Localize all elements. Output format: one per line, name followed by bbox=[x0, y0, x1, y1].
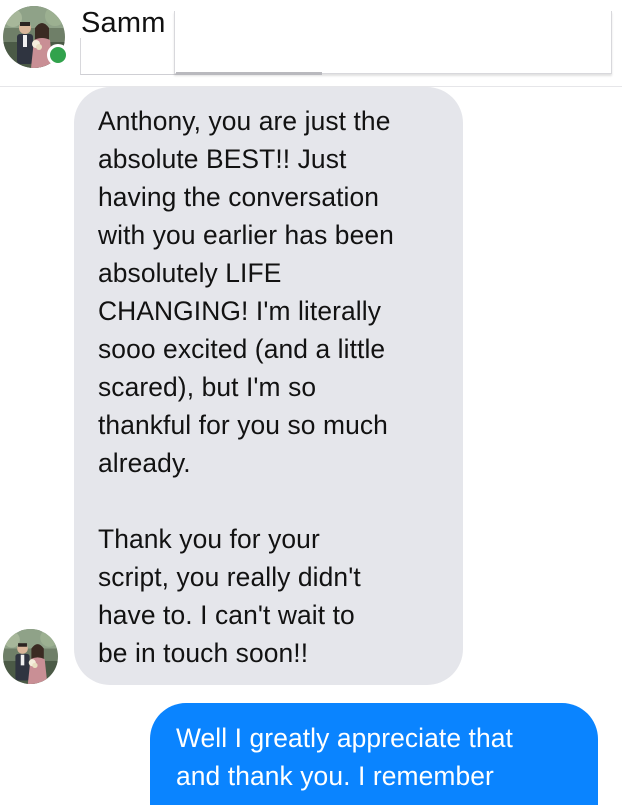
message-line: be in touch soon!! bbox=[98, 638, 309, 668]
message-line: scared), but I'm so bbox=[98, 372, 317, 402]
message-line: already. bbox=[98, 448, 191, 478]
sent-message-bubble[interactable]: Well I greatly appreciate that and thank … bbox=[150, 703, 598, 805]
chat-header: Samm bbox=[0, 0, 622, 87]
header-overlay-bar bbox=[176, 72, 322, 75]
message-line: having the conversation bbox=[98, 182, 380, 212]
message-line: Well I greatly appreciate that bbox=[176, 723, 513, 753]
message-line: sooo excited (and a little bbox=[98, 334, 386, 364]
message-line: thankful for you so much bbox=[98, 410, 388, 440]
online-status-indicator bbox=[47, 44, 69, 66]
received-message-bubble[interactable]: Anthony, you are just the absolute BEST!!… bbox=[74, 87, 463, 685]
received-message-paragraph-1: Anthony, you are just the absolute BEST!!… bbox=[98, 102, 441, 482]
sent-message-text: Well I greatly appreciate that and thank … bbox=[176, 719, 578, 795]
sender-avatar[interactable] bbox=[3, 629, 58, 684]
received-message-paragraph-2: Thank you for your script, you really did… bbox=[98, 520, 441, 672]
header-overlay-box bbox=[174, 11, 612, 74]
message-line: script, you really didn't bbox=[98, 562, 361, 592]
message-line: absolute BEST!! Just bbox=[98, 144, 347, 174]
message-line: absolutely LIFE bbox=[98, 258, 282, 288]
message-line: Thank you for your bbox=[98, 524, 320, 554]
message-line: have to. I can't wait to bbox=[98, 600, 355, 630]
contact-name[interactable]: Samm bbox=[81, 7, 166, 40]
chat-screen: Samm Anthony, you are just the absolute B… bbox=[0, 0, 622, 805]
header-field-left bbox=[80, 38, 177, 75]
message-line: CHANGING! I'm literally bbox=[98, 296, 381, 326]
message-line: and thank you. I remember bbox=[176, 761, 494, 791]
message-line: Anthony, you are just the bbox=[98, 106, 391, 136]
message-line: with you earlier has been bbox=[98, 220, 394, 250]
profile-photo-icon bbox=[3, 629, 58, 684]
